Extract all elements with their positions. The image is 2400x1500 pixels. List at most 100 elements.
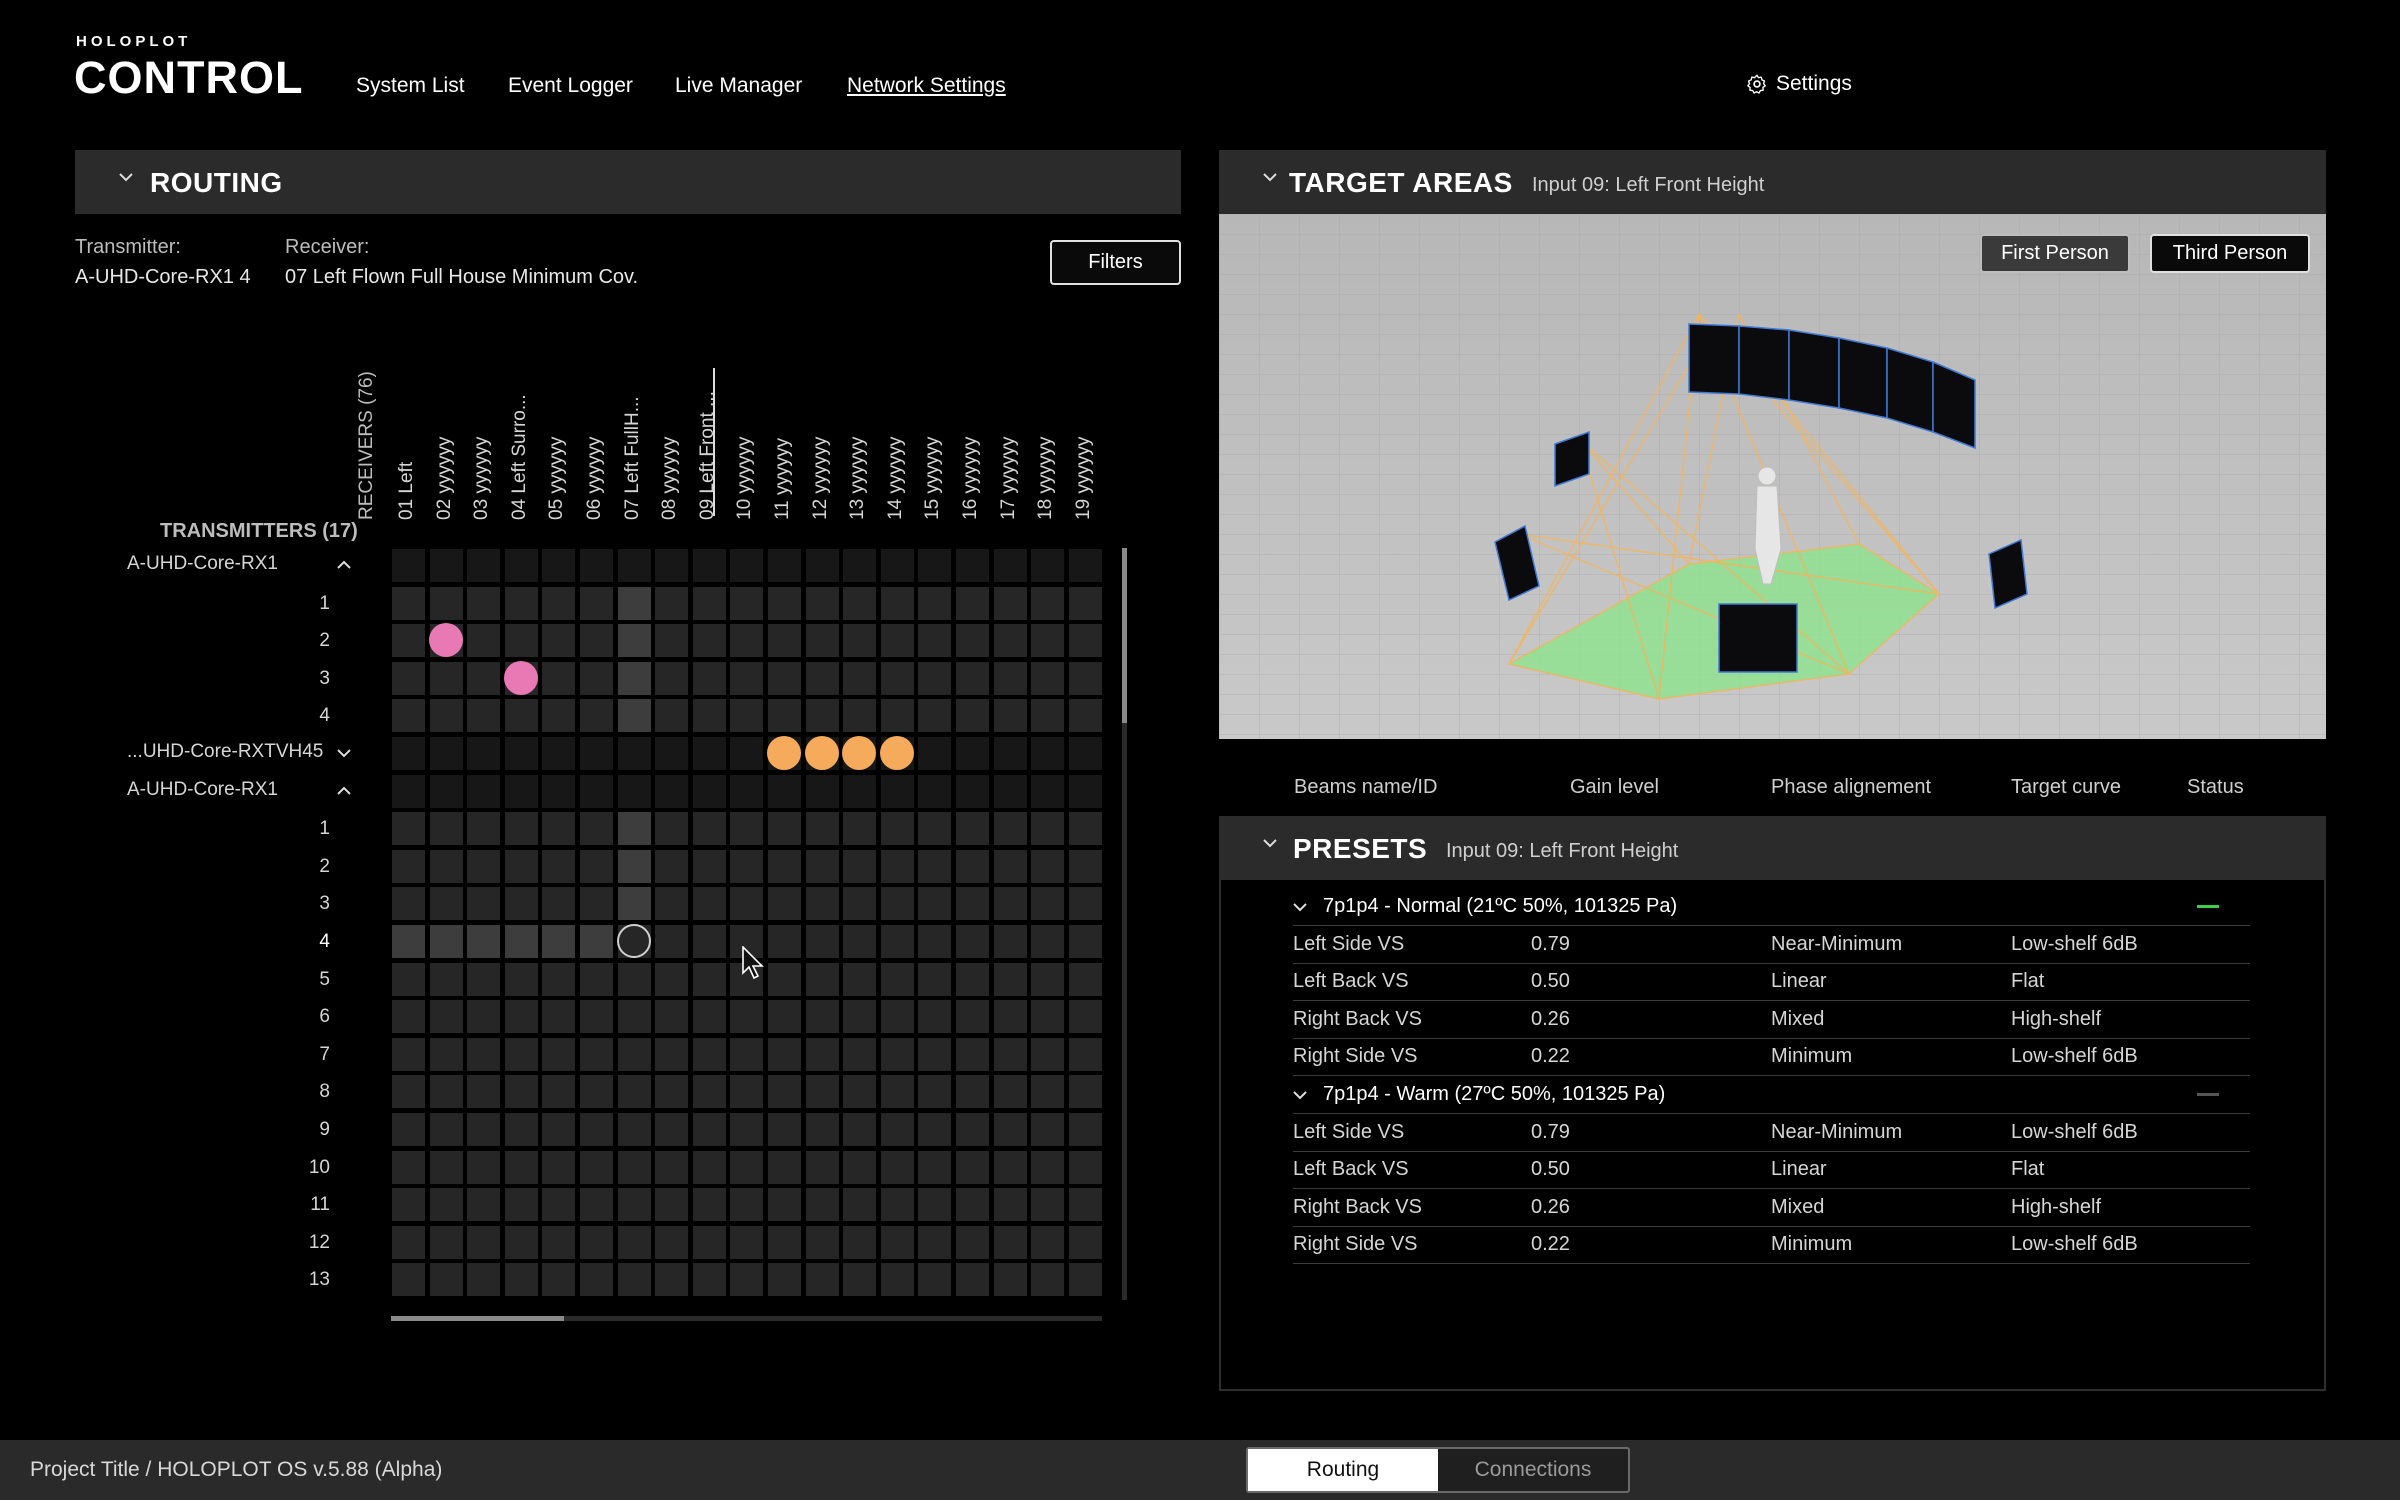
routing-cell[interactable] bbox=[730, 737, 764, 770]
routing-cell[interactable] bbox=[504, 737, 538, 770]
routing-cell[interactable] bbox=[1068, 925, 1102, 958]
transmitter-channel-label[interactable]: 4 bbox=[280, 705, 330, 727]
routing-cell[interactable] bbox=[1031, 699, 1065, 733]
routing-cell[interactable] bbox=[805, 774, 839, 808]
routing-cell[interactable] bbox=[580, 925, 613, 958]
routing-cell[interactable] bbox=[580, 699, 613, 733]
routing-cell[interactable] bbox=[467, 699, 501, 733]
routing-cell[interactable] bbox=[918, 887, 952, 921]
routing-cell[interactable] bbox=[956, 1150, 989, 1184]
routing-cell[interactable] bbox=[993, 661, 1027, 695]
routing-cell[interactable] bbox=[993, 1075, 1027, 1109]
routing-cell[interactable] bbox=[956, 849, 989, 883]
chevron-down-icon[interactable] bbox=[1293, 1088, 1307, 1102]
routing-cell[interactable] bbox=[392, 549, 425, 582]
routing-cell[interactable] bbox=[580, 1225, 613, 1259]
target-areas-panel-header[interactable]: TARGET AREAS Input 09: Left Front Height bbox=[1219, 150, 2326, 214]
routing-cell[interactable] bbox=[467, 661, 501, 695]
routing-cell[interactable] bbox=[429, 586, 463, 620]
routing-cell[interactable] bbox=[1068, 1150, 1102, 1184]
routing-cell[interactable] bbox=[542, 661, 576, 695]
routing-cell[interactable] bbox=[542, 737, 576, 770]
routing-cell[interactable] bbox=[768, 1188, 801, 1222]
routing-cell[interactable] bbox=[580, 661, 613, 695]
routing-cell[interactable] bbox=[617, 887, 651, 921]
routing-cell[interactable] bbox=[993, 737, 1027, 770]
routing-cell[interactable] bbox=[956, 925, 989, 958]
routing-cell[interactable] bbox=[542, 586, 576, 620]
routing-cell[interactable] bbox=[1031, 586, 1065, 620]
routing-cell[interactable] bbox=[805, 1263, 839, 1297]
routing-cell[interactable] bbox=[805, 1113, 839, 1146]
routing-cell[interactable] bbox=[880, 1150, 914, 1184]
routing-cell[interactable] bbox=[843, 1150, 877, 1184]
routing-cell[interactable] bbox=[617, 661, 651, 695]
routing-cell[interactable] bbox=[504, 1188, 538, 1222]
routing-cell[interactable] bbox=[768, 1037, 801, 1071]
routing-cell[interactable] bbox=[692, 1225, 726, 1259]
routing-cell[interactable] bbox=[956, 1113, 989, 1146]
routing-cell[interactable] bbox=[467, 1075, 501, 1109]
route-point[interactable] bbox=[804, 736, 839, 770]
transmitter-channel-label[interactable]: 4 bbox=[280, 931, 330, 953]
routing-cell[interactable] bbox=[805, 962, 839, 996]
routing-cell[interactable] bbox=[467, 925, 501, 958]
tab-routing[interactable]: Routing bbox=[1248, 1449, 1438, 1491]
routing-cell[interactable] bbox=[956, 699, 989, 733]
routing-cell[interactable] bbox=[580, 849, 613, 883]
routing-cell[interactable] bbox=[843, 774, 877, 808]
routing-cell[interactable] bbox=[429, 1037, 463, 1071]
routing-cell[interactable] bbox=[730, 661, 764, 695]
preset-beam-row[interactable]: Left Side VS 0.79 Near-Minimum Low-shelf 6d… bbox=[1293, 926, 2250, 964]
routing-cell[interactable] bbox=[467, 1037, 501, 1071]
routing-cell[interactable] bbox=[429, 1263, 463, 1297]
routing-cell[interactable] bbox=[843, 962, 877, 996]
routing-cell[interactable] bbox=[617, 962, 651, 996]
receiver-column-label[interactable]: 10 yyyyyy bbox=[734, 220, 756, 520]
routing-cell[interactable] bbox=[918, 1037, 952, 1071]
transmitter-channel-label[interactable]: 1 bbox=[280, 593, 330, 615]
routing-cell[interactable] bbox=[580, 1075, 613, 1109]
routing-cell[interactable] bbox=[692, 887, 726, 921]
routing-cell[interactable] bbox=[1068, 699, 1102, 733]
filters-button[interactable]: Filters bbox=[1050, 240, 1181, 285]
transmitter-group-label[interactable]: A-UHD-Core-RX1 bbox=[127, 553, 357, 575]
nav-system-list[interactable]: System List bbox=[356, 74, 465, 98]
routing-cell[interactable] bbox=[1031, 1263, 1065, 1297]
routing-cell[interactable] bbox=[993, 1150, 1027, 1184]
routing-cell[interactable] bbox=[768, 1113, 801, 1146]
routing-cell[interactable] bbox=[843, 1037, 877, 1071]
routing-cell[interactable] bbox=[504, 962, 538, 996]
routing-cell[interactable] bbox=[504, 699, 538, 733]
routing-cell[interactable] bbox=[880, 1113, 914, 1146]
routing-cell[interactable] bbox=[843, 661, 877, 695]
routing-cell[interactable] bbox=[617, 1225, 651, 1259]
routing-cell[interactable] bbox=[993, 849, 1027, 883]
receiver-column-label[interactable]: 05 yyyyyy bbox=[546, 220, 568, 520]
routing-cell[interactable] bbox=[993, 812, 1027, 846]
routing-cell[interactable] bbox=[542, 887, 576, 921]
preset-beam-row[interactable]: Right Back VS 0.26 Mixed High-shelf bbox=[1293, 1189, 2250, 1227]
routing-cell[interactable] bbox=[392, 887, 425, 921]
routing-cell[interactable] bbox=[392, 1075, 425, 1109]
routing-cell[interactable] bbox=[617, 624, 651, 658]
routing-cell[interactable] bbox=[1031, 1037, 1065, 1071]
routing-cell[interactable] bbox=[730, 1225, 764, 1259]
routing-cell[interactable] bbox=[692, 586, 726, 620]
routing-cell[interactable] bbox=[918, 849, 952, 883]
routing-cell[interactable] bbox=[617, 1188, 651, 1222]
receiver-column-label[interactable]: 08 yyyyyy bbox=[659, 220, 681, 520]
receiver-column-label[interactable]: 11 yyyyyy bbox=[772, 220, 794, 520]
routing-cell[interactable] bbox=[692, 925, 726, 958]
routing-cell[interactable] bbox=[730, 812, 764, 846]
routing-cell[interactable] bbox=[504, 1150, 538, 1184]
routing-cell[interactable] bbox=[617, 849, 651, 883]
routing-panel-header[interactable]: ROUTING bbox=[75, 150, 1181, 214]
routing-cell[interactable] bbox=[918, 1075, 952, 1109]
routing-cell[interactable] bbox=[467, 624, 501, 658]
routing-cell[interactable] bbox=[655, 925, 689, 958]
routing-cell[interactable] bbox=[1031, 849, 1065, 883]
routing-cell[interactable] bbox=[805, 1075, 839, 1109]
routing-cell[interactable] bbox=[993, 1263, 1027, 1297]
routing-cell[interactable] bbox=[880, 962, 914, 996]
